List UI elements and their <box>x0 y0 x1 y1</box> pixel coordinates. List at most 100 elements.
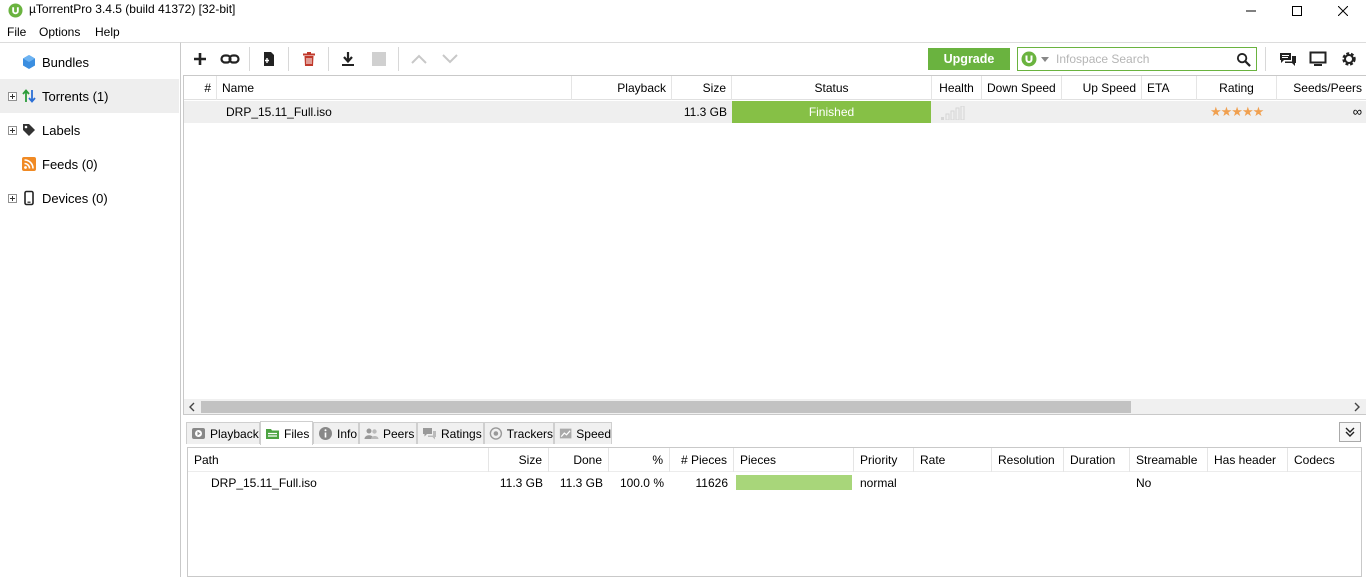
column-header-size[interactable]: Size <box>489 448 549 472</box>
column-header-streamable[interactable]: Streamable <box>1130 448 1208 472</box>
search-box <box>1017 47 1257 71</box>
column-header-status[interactable]: Status <box>732 76 932 100</box>
column-header-size[interactable]: Size <box>672 76 732 100</box>
tab-speed[interactable]: Speed <box>554 422 612 444</box>
move-up-button[interactable] <box>408 48 430 70</box>
column-header-duration[interactable]: Duration <box>1064 448 1130 472</box>
collapse-panel-button[interactable] <box>1339 422 1361 442</box>
sidebar: Bundles Torrents (1) Labels Feeds (0) De… <box>0 42 181 577</box>
column-header-path[interactable]: Path <box>188 448 489 472</box>
link-icon <box>220 54 240 64</box>
sidebar-item-bundles[interactable]: Bundles <box>0 45 179 79</box>
files-icon <box>266 429 279 439</box>
tab-label: Playback <box>210 426 259 441</box>
file-size: 11.3 GB <box>499 476 543 490</box>
search-input[interactable] <box>1056 51 1231 67</box>
column-header-percent[interactable]: % <box>609 448 670 472</box>
menu-options[interactable]: Options <box>39 25 80 39</box>
column-header-name[interactable]: Name <box>217 76 572 100</box>
search-provider-dropdown-icon[interactable] <box>1041 57 1049 62</box>
tab-files[interactable]: Files <box>260 421 313 445</box>
remove-button[interactable] <box>298 48 320 70</box>
monitor-icon <box>1309 51 1327 66</box>
close-icon <box>1338 6 1348 16</box>
sidebar-item-label: Devices (0) <box>42 191 108 206</box>
chevron-down-icon <box>442 54 458 64</box>
add-url-button[interactable] <box>219 48 241 70</box>
column-header-rate[interactable]: Rate <box>914 448 992 472</box>
torrent-seeds-peers: ∞ <box>1352 104 1362 119</box>
peers-icon <box>364 428 379 439</box>
minimize-button[interactable] <box>1228 0 1274 22</box>
column-header-rating[interactable]: Rating <box>1197 76 1277 100</box>
toolbar-separator <box>398 47 399 71</box>
health-bars-icon <box>941 106 965 120</box>
expand-icon[interactable] <box>8 92 17 101</box>
column-header-codecs[interactable]: Codecs <box>1288 448 1361 472</box>
tab-peers[interactable]: Peers <box>359 422 417 444</box>
stop-button[interactable] <box>368 48 390 70</box>
upgrade-button[interactable]: Upgrade <box>928 48 1010 70</box>
close-button[interactable] <box>1320 0 1366 22</box>
tab-info[interactable]: Info <box>313 422 359 444</box>
scrollbar-thumb[interactable] <box>201 401 1131 413</box>
column-header-playback[interactable]: Playback <box>572 76 672 100</box>
file-row[interactable]: DRP_15.11_Full.iso 11.3 GB 11.3 GB 100.0… <box>188 472 1361 494</box>
torrent-size: 11.3 GB <box>683 105 727 119</box>
column-header-eta[interactable]: ETA <box>1142 76 1197 100</box>
column-header-has-header[interactable]: Has header <box>1208 448 1288 472</box>
chevron-up-icon <box>411 54 427 64</box>
tab-playback[interactable]: Playback <box>186 422 260 444</box>
expand-icon[interactable] <box>8 126 17 135</box>
tab-trackers[interactable]: Trackers <box>484 422 554 444</box>
sidebar-item-devices[interactable]: Devices (0) <box>0 181 179 215</box>
file-percent: 100.0 % <box>619 476 664 490</box>
column-header-health[interactable]: Health <box>932 76 982 100</box>
torrent-list: # Name Playback Size Status Health Down … <box>183 75 1366 415</box>
column-header-resolution[interactable]: Resolution <box>992 448 1064 472</box>
utorrent-search-logo-icon[interactable] <box>1021 51 1037 67</box>
torrent-row[interactable]: DRP_15.11_Full.iso 11.3 GB Finished ★★★★… <box>184 101 1366 123</box>
detail-tabs: Playback Files Info Peers Ratings Tracke… <box>183 421 1366 445</box>
horizontal-scrollbar[interactable] <box>184 399 1366 414</box>
window-title: µTorrentPro 3.4.5 (build 41372) [32-bit] <box>29 2 236 16</box>
scroll-right-icon[interactable] <box>1352 402 1362 412</box>
torrent-rating-stars: ★★★★★ <box>1210 104 1264 119</box>
sidebar-item-label: Bundles <box>42 55 89 70</box>
column-header-num-pieces[interactable]: # Pieces <box>670 448 734 472</box>
column-header-priority[interactable]: Priority <box>854 448 914 472</box>
sidebar-item-torrents[interactable]: Torrents (1) <box>0 79 179 113</box>
tab-label: Speed <box>576 426 611 441</box>
start-button[interactable] <box>337 48 359 70</box>
sidebar-item-labels[interactable]: Labels <box>0 113 179 147</box>
stop-icon <box>372 52 386 66</box>
column-header-number[interactable]: # <box>184 76 217 100</box>
new-file-icon <box>264 52 274 66</box>
menu-file[interactable]: File <box>7 25 26 39</box>
torrent-status: Finished <box>732 101 931 123</box>
column-header-seeds-peers[interactable]: Seeds/Peers <box>1277 76 1366 100</box>
toolbar: Upgrade <box>181 42 1366 74</box>
add-torrent-button[interactable] <box>189 48 211 70</box>
create-torrent-button[interactable] <box>258 48 280 70</box>
sidebar-item-feeds[interactable]: Feeds (0) <box>0 147 179 181</box>
column-header-down-speed[interactable]: Down Speed <box>982 76 1062 100</box>
toolbar-separator <box>1265 47 1266 71</box>
double-chevron-down-icon <box>1345 427 1355 437</box>
menu-help[interactable]: Help <box>95 25 120 39</box>
file-num-pieces: 11626 <box>695 476 728 490</box>
column-header-up-speed[interactable]: Up Speed <box>1062 76 1142 100</box>
move-down-button[interactable] <box>439 48 461 70</box>
column-header-done[interactable]: Done <box>549 448 609 472</box>
maximize-button[interactable] <box>1274 0 1320 22</box>
remote-button[interactable] <box>1307 48 1329 70</box>
chat-button[interactable] <box>1277 48 1299 70</box>
settings-button[interactable] <box>1338 48 1360 70</box>
tab-ratings[interactable]: Ratings <box>417 422 484 444</box>
scroll-left-icon[interactable] <box>187 402 197 412</box>
column-header-pieces[interactable]: Pieces <box>734 448 854 472</box>
expand-icon[interactable] <box>8 194 17 203</box>
search-icon[interactable] <box>1236 52 1251 67</box>
torrent-name: DRP_15.11_Full.iso <box>226 105 332 119</box>
files-list: Path Size Done % # Pieces Pieces Priorit… <box>187 447 1362 577</box>
